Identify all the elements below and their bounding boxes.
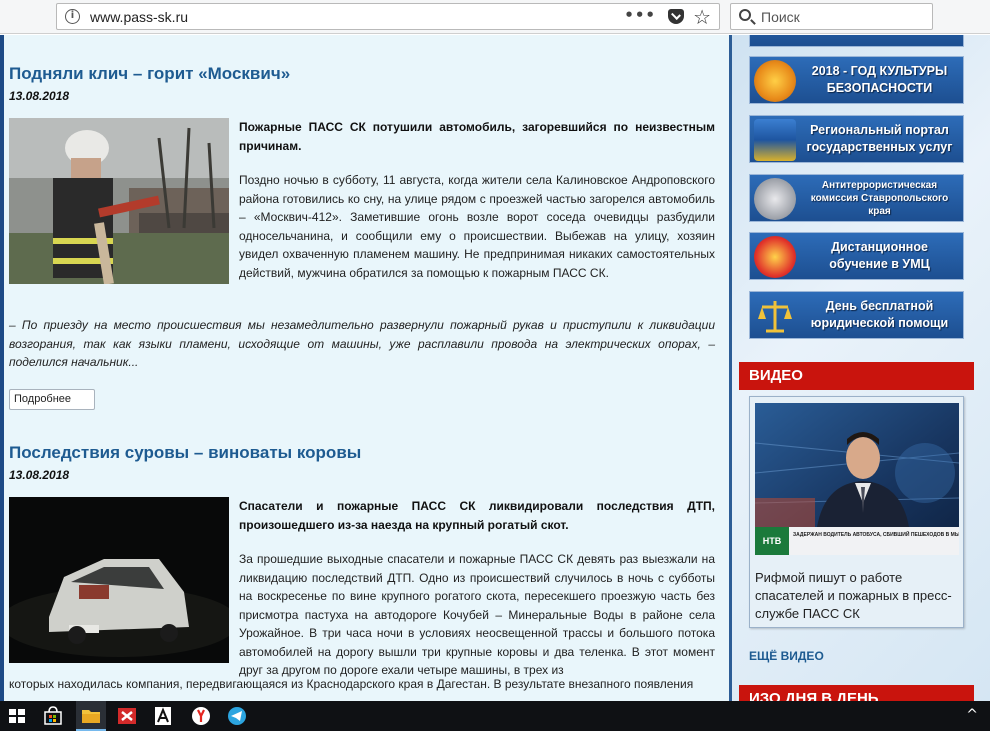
article-title[interactable]: Подняли клич – горит «Москвич» xyxy=(9,64,715,84)
article-date: 13.08.2018 xyxy=(9,89,70,103)
article-body: Поздно ночью в субботу, 11 августа, когд… xyxy=(239,173,715,280)
banner-line2: комиссия Ставропольского края xyxy=(810,192,949,217)
article-date: 13.08.2018 xyxy=(9,468,70,482)
day-to-day-section-header: ИЗО ДНЯ В ДЕНЬ xyxy=(739,685,974,701)
video-ticker-text: ЗАДЕРЖАН ВОДИТЕЛЬ АВТОБУСА, СБИВШИЙ ПЕШЕ… xyxy=(793,530,959,538)
banner-gosuslugi-portal[interactable]: Региональный портал государственных услуг xyxy=(749,115,964,163)
article-photo-firefighter[interactable] xyxy=(9,118,229,284)
banner-antiterror-commission[interactable]: Антитеррористическая комиссия Ставропольс… xyxy=(749,174,964,222)
search-placeholder[interactable]: Поиск xyxy=(761,9,800,25)
video-card[interactable]: НТВ ЗАДЕРЖАН ВОДИТЕЛЬ АВТОБУСА, СБИВШИЙ … xyxy=(749,396,964,628)
banner-distance-learning[interactable]: Дистанционное обучение в УМЦ xyxy=(749,232,964,280)
video-caption[interactable]: Рифмой пишут о работе спасателей и пожар… xyxy=(755,569,959,623)
read-more-button[interactable]: Подробнее xyxy=(9,389,95,410)
address-bar[interactable]: i www.pass-sk.ru ••• ☆ xyxy=(56,3,720,30)
video-channel-logo: НТВ xyxy=(763,536,782,546)
search-box[interactable]: Поиск xyxy=(730,3,933,30)
banner-line1: 2018 - ГОД КУЛЬТУРЫ xyxy=(811,64,948,78)
web-page: Подняли клич – горит «Москвич» 13.08.201… xyxy=(0,35,990,701)
banner-free-legal-aid[interactable]: День бесплатной юридической помощи xyxy=(749,291,964,339)
news-article: Подняли клич – горит «Москвич» 13.08.201… xyxy=(9,64,715,410)
video-thumbnail[interactable]: НТВ ЗАДЕРЖАН ВОДИТЕЛЬ АВТОБУСА, СБИВШИЙ … xyxy=(755,403,959,555)
umc-emblem-icon xyxy=(754,236,796,278)
search-icon xyxy=(739,9,751,21)
url-text[interactable]: www.pass-sk.ru xyxy=(90,9,188,25)
banner-line2: государственных услуг xyxy=(806,140,953,154)
sidebar-banner-partial[interactable] xyxy=(749,35,964,47)
emergency-emblem-icon xyxy=(754,60,796,102)
banner-safety-culture-year[interactable]: 2018 - ГОД КУЛЬТУРЫ БЕЗОПАСНОСТИ xyxy=(749,56,964,104)
banner-line1: Дистанционное xyxy=(831,240,928,254)
article-lead: Пожарные ПАСС СК потушили автомобиль, за… xyxy=(239,120,715,153)
article-title[interactable]: Последствия суровы – виноваты коровы xyxy=(9,443,715,463)
banner-line1: День бесплатной xyxy=(825,299,934,313)
article-photo-car[interactable] xyxy=(9,497,229,663)
app-icon[interactable] xyxy=(116,705,138,727)
tray-expand-icon[interactable]: ^ xyxy=(966,707,978,723)
news-article: Последствия суровы – виноваты коровы 13.… xyxy=(9,443,715,691)
stavropol-coat-of-arms-icon xyxy=(754,119,796,161)
bookmark-star-icon[interactable]: ☆ xyxy=(693,5,711,29)
site-info-icon[interactable]: i xyxy=(65,9,80,24)
antiterror-shield-icon xyxy=(754,178,796,220)
article-text: Спасатели и пожарные ПАСС СК ликвидирова… xyxy=(239,497,715,696)
yandex-browser-icon[interactable] xyxy=(190,705,212,727)
video-section-header: ВИДЕО xyxy=(739,362,974,390)
article-quote: – По приезду на место происшествия мы не… xyxy=(9,318,715,369)
article-lead: Спасатели и пожарные ПАСС СК ликвидирова… xyxy=(239,499,715,532)
more-video-link[interactable]: ЕЩЁ ВИДЕО xyxy=(749,649,824,663)
font-app-icon[interactable] xyxy=(152,705,174,727)
start-icon[interactable] xyxy=(6,705,28,727)
article-body-continued: которых находилась компания, передвигающ… xyxy=(9,677,694,691)
file-explorer-icon[interactable] xyxy=(80,705,102,727)
article-body: За прошедшие выходные спасатели и пожарн… xyxy=(239,552,715,677)
banner-line2: юридической помощи xyxy=(810,316,949,330)
article-text: Пожарные ПАСС СК потушили автомобиль, за… xyxy=(239,118,715,298)
scales-of-justice-icon xyxy=(754,295,796,337)
pocket-icon[interactable] xyxy=(668,9,684,24)
banner-line2: обучение в УМЦ xyxy=(829,257,930,271)
banner-line2: БЕЗОПАСНОСТИ xyxy=(826,81,933,95)
browser-toolbar: i www.pass-sk.ru ••• ☆ Поиск xyxy=(0,0,990,34)
store-icon[interactable] xyxy=(42,705,64,727)
banner-line1: Антитеррористическая xyxy=(821,179,938,191)
telegram-icon[interactable] xyxy=(226,705,248,727)
os-taskbar: ^ xyxy=(0,701,990,731)
banner-line1: Региональный портал xyxy=(810,123,949,137)
page-actions-icon[interactable]: ••• xyxy=(624,6,656,24)
